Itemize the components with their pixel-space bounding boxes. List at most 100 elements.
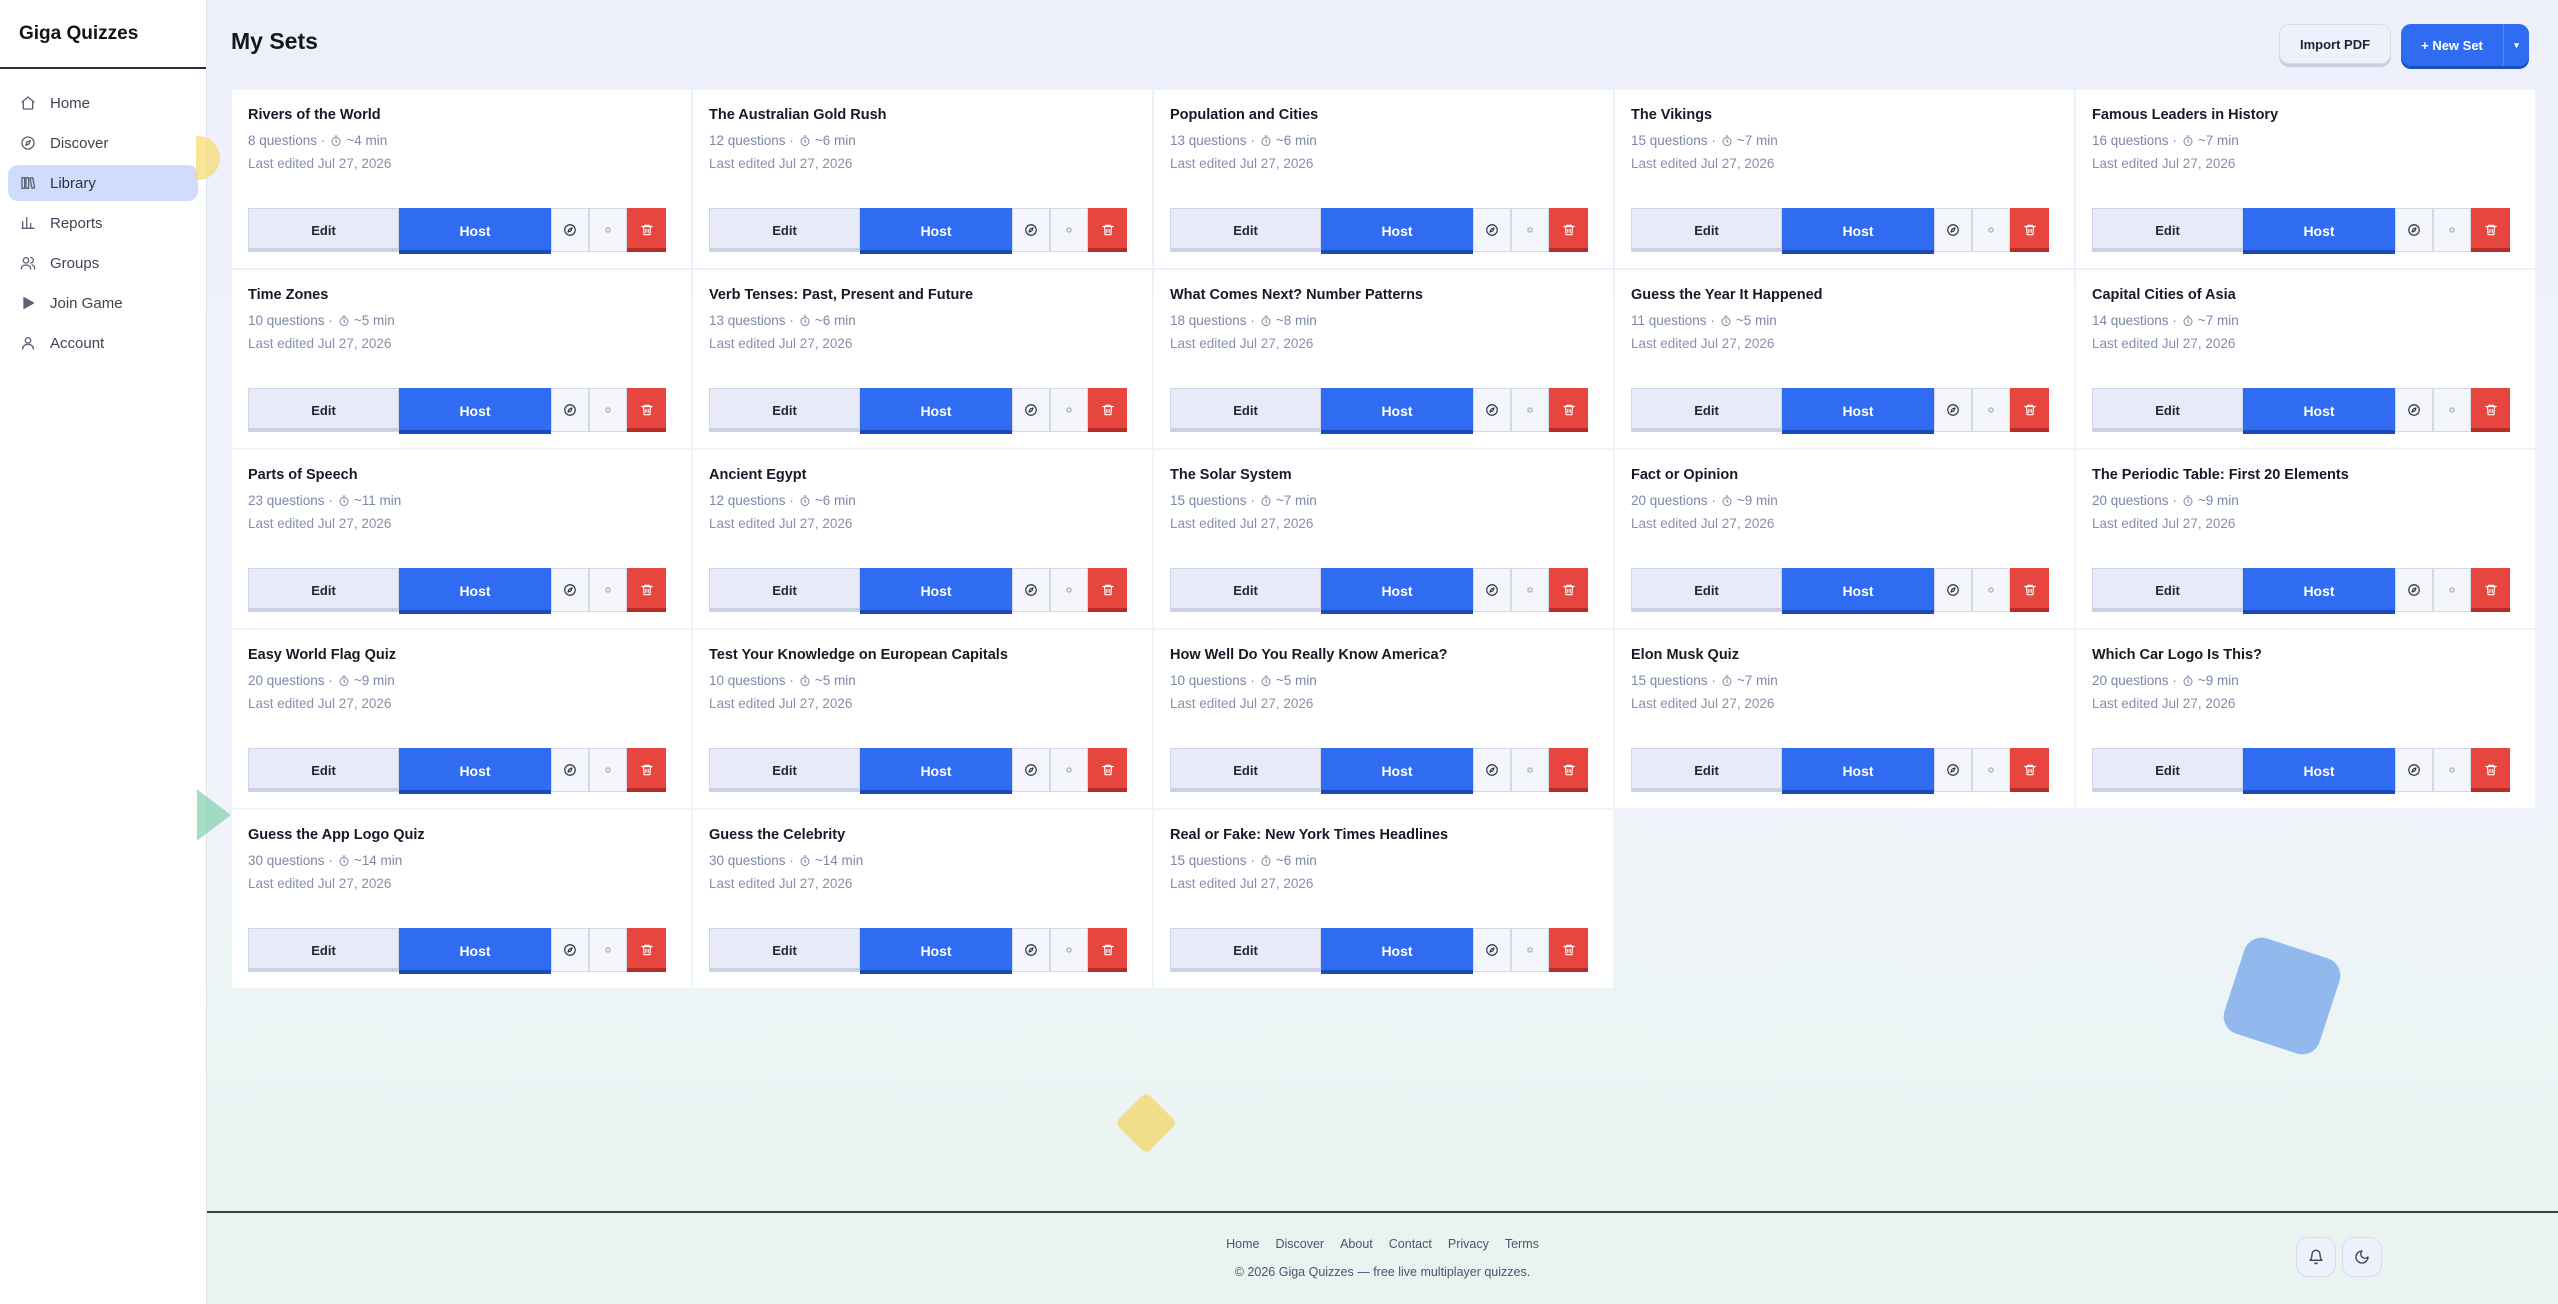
set-title[interactable]: The Australian Gold Rush xyxy=(709,107,1136,127)
host-button[interactable]: Host xyxy=(399,568,551,614)
set-title[interactable]: Time Zones xyxy=(248,287,675,307)
sidebar-item-library[interactable]: Library xyxy=(8,165,198,201)
practice-button[interactable] xyxy=(551,928,589,972)
host-button[interactable]: Host xyxy=(860,388,1012,434)
set-card[interactable]: Population and Cities 13 questions · ~6 … xyxy=(1154,90,1613,268)
settings-button[interactable] xyxy=(589,388,627,432)
delete-button[interactable] xyxy=(2010,208,2049,252)
edit-button[interactable]: Edit xyxy=(2092,208,2243,252)
settings-button[interactable] xyxy=(589,748,627,792)
delete-button[interactable] xyxy=(1549,568,1588,612)
set-title[interactable]: Famous Leaders in History xyxy=(2092,107,2519,127)
set-title[interactable]: The Vikings xyxy=(1631,107,2058,127)
edit-button[interactable]: Edit xyxy=(709,388,860,432)
practice-button[interactable] xyxy=(551,748,589,792)
settings-button[interactable] xyxy=(1511,568,1549,612)
edit-button[interactable]: Edit xyxy=(248,748,399,792)
set-title[interactable]: Which Car Logo Is This? xyxy=(2092,647,2519,667)
host-button[interactable]: Host xyxy=(1782,208,1934,254)
edit-button[interactable]: Edit xyxy=(709,208,860,252)
set-card[interactable]: The Periodic Table: First 20 Elements 20… xyxy=(2076,450,2535,628)
delete-button[interactable] xyxy=(1088,388,1127,432)
delete-button[interactable] xyxy=(2010,568,2049,612)
set-card[interactable]: What Comes Next? Number Patterns 18 ques… xyxy=(1154,270,1613,448)
settings-button[interactable] xyxy=(589,568,627,612)
practice-button[interactable] xyxy=(551,388,589,432)
set-card[interactable]: Test Your Knowledge on European Capitals… xyxy=(693,630,1152,808)
edit-button[interactable]: Edit xyxy=(1631,208,1782,252)
theme-toggle-button[interactable] xyxy=(2342,1237,2382,1277)
practice-button[interactable] xyxy=(1012,208,1050,252)
delete-button[interactable] xyxy=(1549,928,1588,972)
settings-button[interactable] xyxy=(1050,208,1088,252)
delete-button[interactable] xyxy=(1549,388,1588,432)
sidebar-item-home[interactable]: Home xyxy=(8,85,198,121)
footer-link-home[interactable]: Home xyxy=(1226,1237,1259,1251)
practice-button[interactable] xyxy=(1473,748,1511,792)
delete-button[interactable] xyxy=(2471,568,2510,612)
set-title[interactable]: Population and Cities xyxy=(1170,107,1597,127)
set-title[interactable]: Fact or Opinion xyxy=(1631,467,2058,487)
delete-button[interactable] xyxy=(627,208,666,252)
set-card[interactable]: Real or Fake: New York Times Headlines 1… xyxy=(1154,810,1613,988)
host-button[interactable]: Host xyxy=(2243,208,2395,254)
set-title[interactable]: Ancient Egypt xyxy=(709,467,1136,487)
set-card[interactable]: Time Zones 10 questions · ~5 min Last ed… xyxy=(232,270,691,448)
import-pdf-button[interactable]: Import PDF xyxy=(2279,24,2391,64)
edit-button[interactable]: Edit xyxy=(1631,568,1782,612)
settings-button[interactable] xyxy=(1050,568,1088,612)
new-set-button[interactable]: + New Set ▾ xyxy=(2401,24,2529,66)
set-card[interactable]: Capital Cities of Asia 14 questions · ~7… xyxy=(2076,270,2535,448)
settings-button[interactable] xyxy=(589,928,627,972)
sidebar-item-account[interactable]: Account xyxy=(8,325,198,361)
footer-link-discover[interactable]: Discover xyxy=(1275,1237,1324,1251)
delete-button[interactable] xyxy=(2010,388,2049,432)
host-button[interactable]: Host xyxy=(1321,748,1473,794)
sidebar-item-join-game[interactable]: Join Game xyxy=(8,285,198,321)
edit-button[interactable]: Edit xyxy=(248,568,399,612)
set-card[interactable]: Parts of Speech 23 questions · ~11 min L… xyxy=(232,450,691,628)
delete-button[interactable] xyxy=(1088,208,1127,252)
new-set-dropdown-toggle[interactable]: ▾ xyxy=(2503,24,2529,66)
set-title[interactable]: Test Your Knowledge on European Capitals xyxy=(709,647,1136,667)
host-button[interactable]: Host xyxy=(1321,928,1473,974)
practice-button[interactable] xyxy=(2395,748,2433,792)
settings-button[interactable] xyxy=(1972,748,2010,792)
set-title[interactable]: The Periodic Table: First 20 Elements xyxy=(2092,467,2519,487)
practice-button[interactable] xyxy=(1934,748,1972,792)
edit-button[interactable]: Edit xyxy=(1170,748,1321,792)
set-title[interactable]: Capital Cities of Asia xyxy=(2092,287,2519,307)
host-button[interactable]: Host xyxy=(1321,388,1473,434)
set-title[interactable]: Guess the Year It Happened xyxy=(1631,287,2058,307)
set-title[interactable]: Real or Fake: New York Times Headlines xyxy=(1170,827,1597,847)
host-button[interactable]: Host xyxy=(399,388,551,434)
set-title[interactable]: Verb Tenses: Past, Present and Future xyxy=(709,287,1136,307)
delete-button[interactable] xyxy=(627,388,666,432)
notifications-button[interactable] xyxy=(2296,1237,2336,1277)
set-card[interactable]: Famous Leaders in History 16 questions ·… xyxy=(2076,90,2535,268)
set-title[interactable]: Guess the App Logo Quiz xyxy=(248,827,675,847)
set-card[interactable]: Which Car Logo Is This? 20 questions · ~… xyxy=(2076,630,2535,808)
host-button[interactable]: Host xyxy=(1321,208,1473,254)
edit-button[interactable]: Edit xyxy=(709,748,860,792)
host-button[interactable]: Host xyxy=(399,928,551,974)
new-set-label[interactable]: + New Set xyxy=(2401,38,2503,53)
settings-button[interactable] xyxy=(1050,388,1088,432)
delete-button[interactable] xyxy=(1088,748,1127,792)
host-button[interactable]: Host xyxy=(2243,568,2395,614)
footer-link-about[interactable]: About xyxy=(1340,1237,1373,1251)
practice-button[interactable] xyxy=(551,568,589,612)
edit-button[interactable]: Edit xyxy=(1631,388,1782,432)
delete-button[interactable] xyxy=(1549,208,1588,252)
set-card[interactable]: Fact or Opinion 20 questions · ~9 min La… xyxy=(1615,450,2074,628)
edit-button[interactable]: Edit xyxy=(1631,748,1782,792)
set-card[interactable]: The Australian Gold Rush 12 questions · … xyxy=(693,90,1152,268)
edit-button[interactable]: Edit xyxy=(2092,748,2243,792)
set-card[interactable]: Ancient Egypt 12 questions · ~6 min Last… xyxy=(693,450,1152,628)
set-title[interactable]: Parts of Speech xyxy=(248,467,675,487)
host-button[interactable]: Host xyxy=(860,748,1012,794)
set-title[interactable]: Rivers of the World xyxy=(248,107,675,127)
set-title[interactable]: Guess the Celebrity xyxy=(709,827,1136,847)
footer-link-contact[interactable]: Contact xyxy=(1389,1237,1432,1251)
delete-button[interactable] xyxy=(2010,748,2049,792)
